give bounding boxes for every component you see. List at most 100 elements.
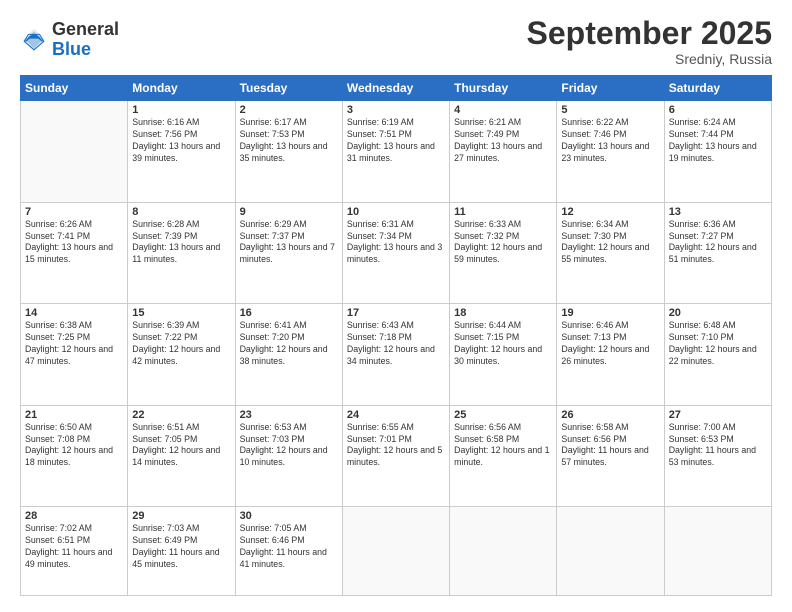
sunset-text: Sunset: 7:41 PM [25, 231, 90, 241]
table-row: 18Sunrise: 6:44 AMSunset: 7:15 PMDayligh… [450, 304, 557, 406]
table-row: 20Sunrise: 6:48 AMSunset: 7:10 PMDayligh… [664, 304, 771, 406]
month-title: September 2025 [527, 16, 772, 51]
day-number: 19 [561, 307, 659, 319]
table-row: 8Sunrise: 6:28 AMSunset: 7:39 PMDaylight… [128, 202, 235, 304]
day-info: Sunrise: 6:16 AMSunset: 7:56 PMDaylight:… [132, 117, 230, 165]
sunset-text: Sunset: 6:49 PM [132, 535, 197, 545]
sunset-text: Sunset: 7:20 PM [240, 332, 305, 342]
daylight-text: Daylight: 13 hours and 23 minutes. [561, 141, 649, 163]
sunrise-text: Sunrise: 6:48 AM [669, 320, 736, 330]
calendar-table: Sunday Monday Tuesday Wednesday Thursday… [20, 75, 772, 596]
daylight-text: Daylight: 13 hours and 31 minutes. [347, 141, 435, 163]
daylight-text: Daylight: 12 hours and 59 minutes. [454, 242, 542, 264]
daylight-text: Daylight: 13 hours and 3 minutes. [347, 242, 442, 264]
sunrise-text: Sunrise: 6:53 AM [240, 422, 307, 432]
col-saturday: Saturday [664, 76, 771, 101]
day-number: 22 [132, 409, 230, 421]
day-number: 29 [132, 510, 230, 522]
sunrise-text: Sunrise: 6:29 AM [240, 219, 307, 229]
daylight-text: Daylight: 12 hours and 51 minutes. [669, 242, 757, 264]
sunrise-text: Sunrise: 7:05 AM [240, 523, 307, 533]
sunrise-text: Sunrise: 6:58 AM [561, 422, 628, 432]
sunrise-text: Sunrise: 6:36 AM [669, 219, 736, 229]
sunrise-text: Sunrise: 6:16 AM [132, 117, 199, 127]
sunrise-text: Sunrise: 6:46 AM [561, 320, 628, 330]
table-row: 13Sunrise: 6:36 AMSunset: 7:27 PMDayligh… [664, 202, 771, 304]
table-row: 30Sunrise: 7:05 AMSunset: 6:46 PMDayligh… [235, 507, 342, 596]
daylight-text: Daylight: 12 hours and 30 minutes. [454, 344, 542, 366]
day-number: 28 [25, 510, 123, 522]
sunrise-text: Sunrise: 6:28 AM [132, 219, 199, 229]
day-info: Sunrise: 6:26 AM Sunset: 7:41 PMDaylight:… [25, 219, 123, 267]
sunset-text: Sunset: 7:15 PM [454, 332, 519, 342]
daylight-text: Daylight: 13 hours and 27 minutes. [454, 141, 542, 163]
day-number: 17 [347, 307, 445, 319]
table-row [664, 507, 771, 596]
day-info: Sunrise: 6:43 AMSunset: 7:18 PMDaylight:… [347, 320, 445, 368]
sunrise-text: Sunrise: 7:02 AM [25, 523, 92, 533]
col-sunday: Sunday [21, 76, 128, 101]
day-number: 6 [669, 104, 767, 116]
sunrise-text: Sunrise: 6:33 AM [454, 219, 521, 229]
sunrise-text: Sunrise: 6:39 AM [132, 320, 199, 330]
sunrise-text: Sunrise: 6:19 AM [347, 117, 414, 127]
col-monday: Monday [128, 76, 235, 101]
table-row: 28Sunrise: 7:02 AMSunset: 6:51 PMDayligh… [21, 507, 128, 596]
day-number: 5 [561, 104, 659, 116]
table-row: 24Sunrise: 6:55 AMSunset: 7:01 PMDayligh… [342, 405, 449, 507]
day-number: 15 [132, 307, 230, 319]
logo-icon [20, 26, 48, 54]
daylight-text: Daylight: 13 hours and 19 minutes. [669, 141, 757, 163]
table-row: 2Sunrise: 6:17 AMSunset: 7:53 PMDaylight… [235, 101, 342, 203]
table-row: 10Sunrise: 6:31 AMSunset: 7:34 PMDayligh… [342, 202, 449, 304]
day-number: 27 [669, 409, 767, 421]
daylight-text: Daylight: 11 hours and 45 minutes. [132, 547, 219, 569]
day-info: Sunrise: 6:58 AMSunset: 6:56 PMDaylight:… [561, 422, 659, 470]
daylight-text: Daylight: 13 hours and 39 minutes. [132, 141, 220, 163]
daylight-text: Daylight: 12 hours and 5 minutes. [347, 445, 442, 467]
daylight-text: Daylight: 12 hours and 47 minutes. [25, 344, 113, 366]
day-info: Sunrise: 7:05 AMSunset: 6:46 PMDaylight:… [240, 523, 338, 571]
day-number: 26 [561, 409, 659, 421]
table-row: 5Sunrise: 6:22 AMSunset: 7:46 PMDaylight… [557, 101, 664, 203]
day-info: Sunrise: 6:29 AMSunset: 7:37 PMDaylight:… [240, 219, 338, 267]
daylight-text: Daylight: 13 hours and 7 minutes. [240, 242, 335, 264]
daylight-text: Daylight: 12 hours and 22 minutes. [669, 344, 757, 366]
daylight-text: Daylight: 13 hours and 35 minutes. [240, 141, 328, 163]
table-row [450, 507, 557, 596]
logo-text: General Blue [52, 20, 119, 60]
sunset-text: Sunset: 7:32 PM [454, 231, 519, 241]
table-row: 29Sunrise: 7:03 AM Sunset: 6:49 PM Dayligh… [128, 507, 235, 596]
sunset-text: Sunset: 7:51 PM [347, 129, 412, 139]
table-row: 27Sunrise: 7:00 AMSunset: 6:53 PMDayligh… [664, 405, 771, 507]
logo-blue: Blue [52, 40, 119, 60]
day-info: Sunrise: 6:34 AMSunset: 7:30 PMDaylight:… [561, 219, 659, 267]
sunrise-text: Sunrise: 6:38 AM [25, 320, 92, 330]
day-number: 30 [240, 510, 338, 522]
logo: General Blue [20, 20, 119, 60]
sunset-text: Sunset: 7:25 PM [25, 332, 90, 342]
sunset-text: Sunset: 6:53 PM [669, 434, 734, 444]
day-number: 25 [454, 409, 552, 421]
sunrise-text: Sunrise: 7:03 AM [132, 523, 199, 533]
daylight-text: Daylight: 11 hours and 53 minutes. [669, 445, 756, 467]
sunrise-text: Sunrise: 6:17 AM [240, 117, 307, 127]
daylight-text: Daylight: 11 hours and 41 minutes. [240, 547, 327, 569]
daylight-text: Daylight: 12 hours and 38 minutes. [240, 344, 328, 366]
sunrise-text: Sunrise: 6:26 AM [25, 219, 92, 229]
day-info: Sunrise: 6:17 AMSunset: 7:53 PMDaylight:… [240, 117, 338, 165]
table-row: 1Sunrise: 6:16 AMSunset: 7:56 PMDaylight… [128, 101, 235, 203]
day-number: 23 [240, 409, 338, 421]
sunset-text: Sunset: 7:05 PM [132, 434, 197, 444]
col-wednesday: Wednesday [342, 76, 449, 101]
day-info: Sunrise: 6:55 AMSunset: 7:01 PMDaylight:… [347, 422, 445, 470]
sunrise-text: Sunrise: 6:41 AM [240, 320, 307, 330]
sunset-text: Sunset: 7:39 PM [132, 231, 197, 241]
calendar-week-row: 21Sunrise: 6:50 AMSunset: 7:08 PMDayligh… [21, 405, 772, 507]
table-row: 12Sunrise: 6:34 AMSunset: 7:30 PMDayligh… [557, 202, 664, 304]
day-number: 21 [25, 409, 123, 421]
sunset-text: Sunset: 7:27 PM [669, 231, 734, 241]
daylight-text: Daylight: 13 hours and 15 minutes. [25, 242, 113, 264]
day-info: Sunrise: 6:36 AM Sunset: 7:27 PMDaylight:… [669, 219, 767, 267]
sunrise-text: Sunrise: 6:56 AM [454, 422, 521, 432]
